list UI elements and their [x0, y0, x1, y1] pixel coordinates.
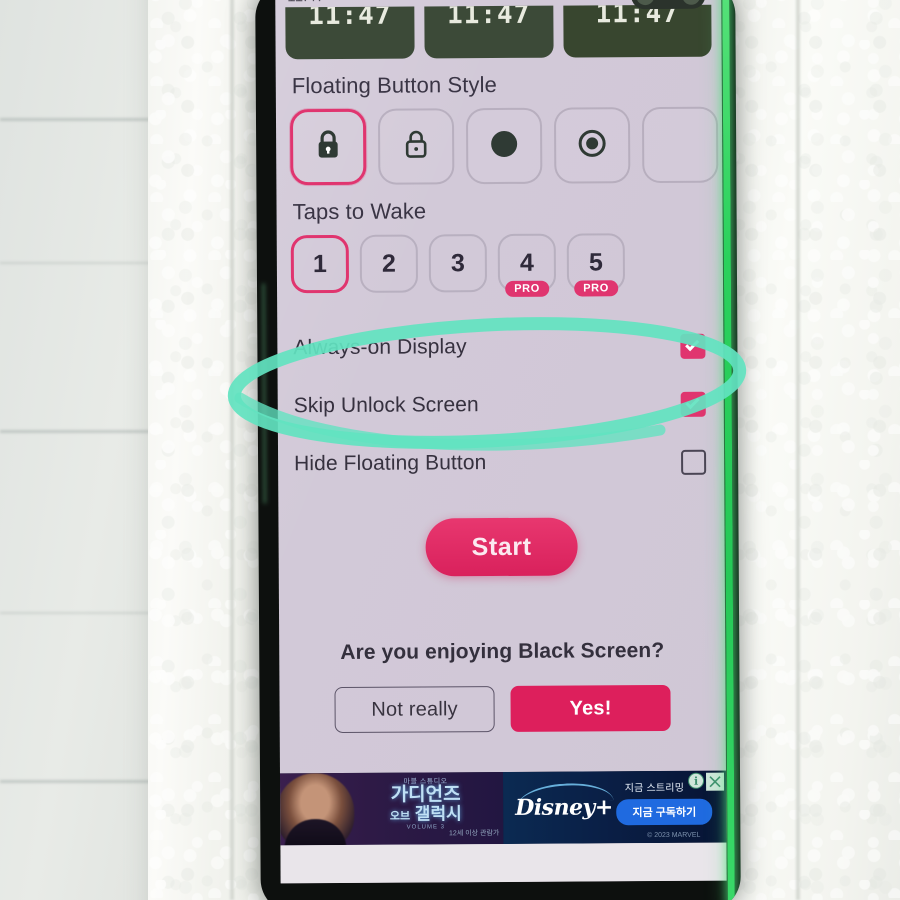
ad-title-line1: 가디언즈 [390, 784, 461, 807]
check-icon [685, 394, 700, 409]
preset-value: 11:47 [446, 5, 531, 31]
taps-to-wake-options: 1 2 3 4 PRO 5 PRO [290, 233, 709, 297]
ad-streaming-text: 지금 스트리밍 [624, 782, 685, 795]
tap-option-2[interactable]: 2 [359, 234, 419, 293]
toggle-row-hide-floating-button[interactable]: Hide Floating Button [292, 433, 710, 494]
style-option-circle-filled[interactable] [465, 107, 543, 185]
lock-filled-icon [313, 127, 343, 166]
section-title-taps-to-wake: Taps to Wake [292, 198, 427, 225]
photo-scene: 11:47 60% [0, 0, 900, 900]
camera-lens-right [682, 0, 701, 5]
tap-option-label: 1 [312, 249, 327, 278]
toggle-label: Hide Floating Button [294, 451, 487, 476]
style-option-circle-ring[interactable] [553, 107, 631, 184]
style-option-cutoff[interactable] [641, 106, 719, 184]
lock-outline-icon [401, 127, 431, 166]
yes-button[interactable]: Yes! [510, 684, 671, 732]
tap-option-4[interactable]: 4 PRO [497, 233, 557, 297]
foam-seam [230, 0, 234, 900]
start-button[interactable]: Start [425, 517, 578, 577]
curved-edge-glow-left [261, 283, 267, 504]
disney-wordmark: Disney [515, 794, 595, 821]
status-clock: 11:47 [287, 0, 325, 5]
rating-prompt: Are you enjoying Black Screen? Not reall… [293, 639, 712, 734]
foam-bead-texture [712, 0, 900, 900]
tap-option-label: 5 [588, 247, 603, 276]
toggle-list: Always-on Display Skip Unlock Screen Hid… [291, 317, 710, 494]
preset-card[interactable]: 11:47 [424, 5, 554, 59]
styrofoam-block-right [712, 0, 900, 900]
disney-plus-sign: + [594, 794, 613, 821]
style-option-lock-outline[interactable] [377, 108, 455, 185]
tap-option-label: 3 [450, 248, 465, 277]
preset-card[interactable]: 11:47 [563, 4, 712, 58]
ad-brand-panel: Disney+ 지금 스트리밍 지금 구독하기 © 2023 MARVEL i [502, 770, 727, 844]
check-icon [685, 336, 700, 351]
smartphone-device: 11:47 60% [255, 0, 741, 900]
ad-subscribe-button[interactable]: 지금 구독하기 [616, 798, 713, 826]
tap-option-3[interactable]: 3 [428, 234, 488, 293]
preset-cards-row: 11:47 11:47 11:47 [275, 4, 721, 60]
disney-plus-logo: Disney+ [515, 794, 613, 821]
camera-punch-hole [631, 0, 706, 10]
close-icon[interactable] [705, 772, 725, 791]
checkbox-always-on-display[interactable] [680, 333, 706, 359]
toggle-row-always-on-display[interactable]: Always-on Display [291, 317, 709, 378]
foam-seam [796, 0, 800, 900]
preset-value: 11:47 [308, 6, 392, 32]
circle-ring-icon [576, 127, 608, 164]
ad-title-line2-prefix: 오브 [389, 810, 411, 823]
ad-title-block: 마블 스튜디오 가디언즈 오브 갤럭시 VOLUME 3 [352, 778, 499, 831]
toggle-label: Skip Unlock Screen [293, 393, 479, 418]
circle-filled-icon [488, 127, 520, 164]
rating-question: Are you enjoying Black Screen? [340, 638, 665, 664]
ad-title-line2: 갤럭시 [414, 804, 462, 824]
checkbox-skip-unlock-screen[interactable] [680, 391, 706, 417]
tap-option-5[interactable]: 5 PRO [566, 233, 626, 297]
checkbox-hide-floating-button[interactable] [681, 449, 707, 475]
ad-rating: 12세 이상 관람가 [449, 829, 500, 838]
start-button-container: Start [292, 517, 710, 578]
tap-option-1[interactable]: 1 [290, 234, 350, 294]
tap-option-label: 4 [519, 248, 534, 277]
pro-badge: PRO [505, 280, 549, 297]
pro-badge: PRO [574, 280, 618, 297]
ad-copyright: © 2023 MARVEL [647, 831, 701, 840]
camera-lens-left [636, 0, 655, 6]
floating-button-style-options [289, 106, 719, 186]
navigation-bar-strip [280, 842, 727, 884]
preset-card[interactable]: 11:47 [285, 6, 415, 60]
section-title-floating-button-style: Floating Button Style [291, 72, 497, 99]
phone-screen: 11:47 60% [275, 0, 727, 884]
toggle-label: Always-on Display [293, 335, 467, 360]
rating-buttons: Not really Yes! [293, 684, 711, 734]
info-icon[interactable]: i [687, 772, 705, 789]
toggle-row-skip-unlock-screen[interactable]: Skip Unlock Screen [292, 375, 710, 436]
style-option-lock-filled[interactable] [289, 108, 367, 186]
tap-option-label: 2 [381, 249, 396, 278]
ad-movie-artwork: 마블 스튜디오 가디언즈 오브 갤럭시 VOLUME 3 12세 이상 관람가 [279, 771, 504, 846]
settings-content: Floating Button Style Taps to Wake 1 2 3… [276, 71, 726, 734]
ad-banner[interactable]: 마블 스튜디오 가디언즈 오브 갤럭시 VOLUME 3 12세 이상 관람가 … [279, 770, 727, 846]
not-really-button[interactable]: Not really [334, 686, 495, 734]
ad-character-portrait [279, 772, 355, 846]
